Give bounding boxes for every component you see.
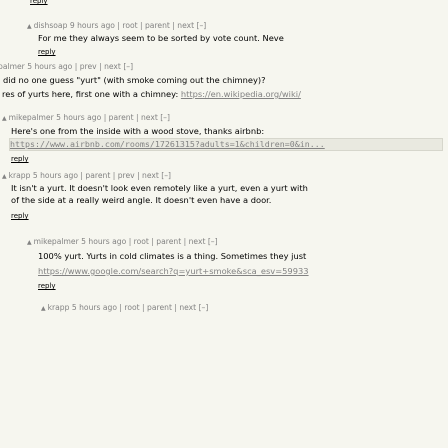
comment-header: ▲ krapp 5 hours ago | parent | prev | nex…: [2, 171, 172, 180]
comment-user[interactable]: dishsoap: [34, 21, 68, 30]
upvote-arrow-icon[interactable]: ▲: [27, 239, 32, 246]
next-link[interactable]: next [–]: [104, 62, 133, 71]
comment-user[interactable]: mikepalmer: [9, 113, 54, 122]
upvote-arrow-icon[interactable]: ▲: [2, 115, 7, 122]
comment-text: Here's one from the inside with a wood s…: [11, 126, 265, 136]
upvote-arrow-icon[interactable]: ▲: [41, 305, 46, 312]
next-link[interactable]: next [–]: [142, 171, 171, 180]
root-link[interactable]: root: [124, 303, 139, 312]
comment-age[interactable]: 5 hours ago: [27, 62, 72, 71]
parent-link[interactable]: parent: [109, 113, 134, 122]
airbnb-link[interactable]: https://www.airbnb.com/rooms/17261315?ad…: [10, 139, 325, 149]
code-block: https://www.airbnb.com/rooms/17261315?ad…: [9, 138, 443, 151]
comment-text: For me they always seem to be sorted by …: [38, 33, 284, 43]
comment-age[interactable]: 5 hours ago: [33, 171, 78, 180]
comment-text-line: of the side at a really weird angle. It …: [11, 195, 272, 205]
comment-text-line: It isn't a yurt. It doesn't look even re…: [11, 183, 308, 193]
comment-text-line: res of yurts here, first one with a chim…: [2, 89, 301, 100]
reply-link[interactable]: reply: [11, 154, 29, 165]
next-link[interactable]: next [–]: [177, 21, 206, 30]
comment-user[interactable]: krapp: [9, 171, 31, 180]
reply-link[interactable]: reply: [38, 281, 56, 292]
comment-user[interactable]: palmer: [0, 62, 25, 71]
comment-age[interactable]: 5 hours ago: [72, 303, 117, 312]
comment-age[interactable]: 9 hours ago: [70, 21, 115, 30]
comment-header: ▲ mikepalmer 5 hours ago | parent | next …: [2, 113, 170, 122]
prev-link[interactable]: prev: [118, 171, 135, 180]
parent-link[interactable]: parent: [85, 171, 110, 180]
comment-age[interactable]: 5 hours ago: [56, 113, 101, 122]
reply-link[interactable]: reply: [38, 47, 56, 58]
upvote-arrow-icon[interactable]: ▲: [27, 23, 32, 30]
next-link[interactable]: next [–]: [141, 113, 170, 122]
comment-header: palmer 5 hours ago | prev | next [–]: [0, 62, 134, 71]
comment-user[interactable]: mikepalmer: [34, 237, 79, 246]
comment-user[interactable]: krapp: [48, 303, 70, 312]
comment-header: ▲ krapp 5 hours ago | root | parent | nex…: [41, 303, 209, 312]
comment-text-line: 100% yurt. Yurts in cold climates is a t…: [38, 251, 307, 261]
root-link[interactable]: root: [134, 237, 149, 246]
wikipedia-link[interactable]: https://en.wikipedia.org/wiki/: [181, 89, 301, 99]
root-link[interactable]: root: [122, 21, 137, 30]
next-link[interactable]: next [–]: [189, 237, 218, 246]
prev-link[interactable]: prev: [80, 62, 97, 71]
parent-link[interactable]: parent: [156, 237, 181, 246]
reply-link-top[interactable]: reply: [30, 0, 48, 7]
comment-text-line: did no one guess "yurt" (with smoke comi…: [3, 75, 266, 85]
next-link[interactable]: next [–]: [179, 303, 208, 312]
comment-header: ▲ mikepalmer 5 hours ago | root | parent …: [27, 237, 218, 246]
reply-link[interactable]: reply: [11, 211, 29, 222]
comment-text: res of yurts here, first one with a chim…: [2, 89, 181, 99]
parent-link[interactable]: parent: [147, 303, 172, 312]
comment-header: ▲ dishsoap 9 hours ago | root | parent | …: [27, 21, 207, 30]
comment-age[interactable]: 5 hours ago: [81, 237, 126, 246]
parent-link[interactable]: parent: [145, 21, 170, 30]
upvote-arrow-icon[interactable]: ▲: [2, 173, 7, 180]
google-search-link[interactable]: https://www.google.com/search?q=yurt+smo…: [38, 266, 309, 277]
